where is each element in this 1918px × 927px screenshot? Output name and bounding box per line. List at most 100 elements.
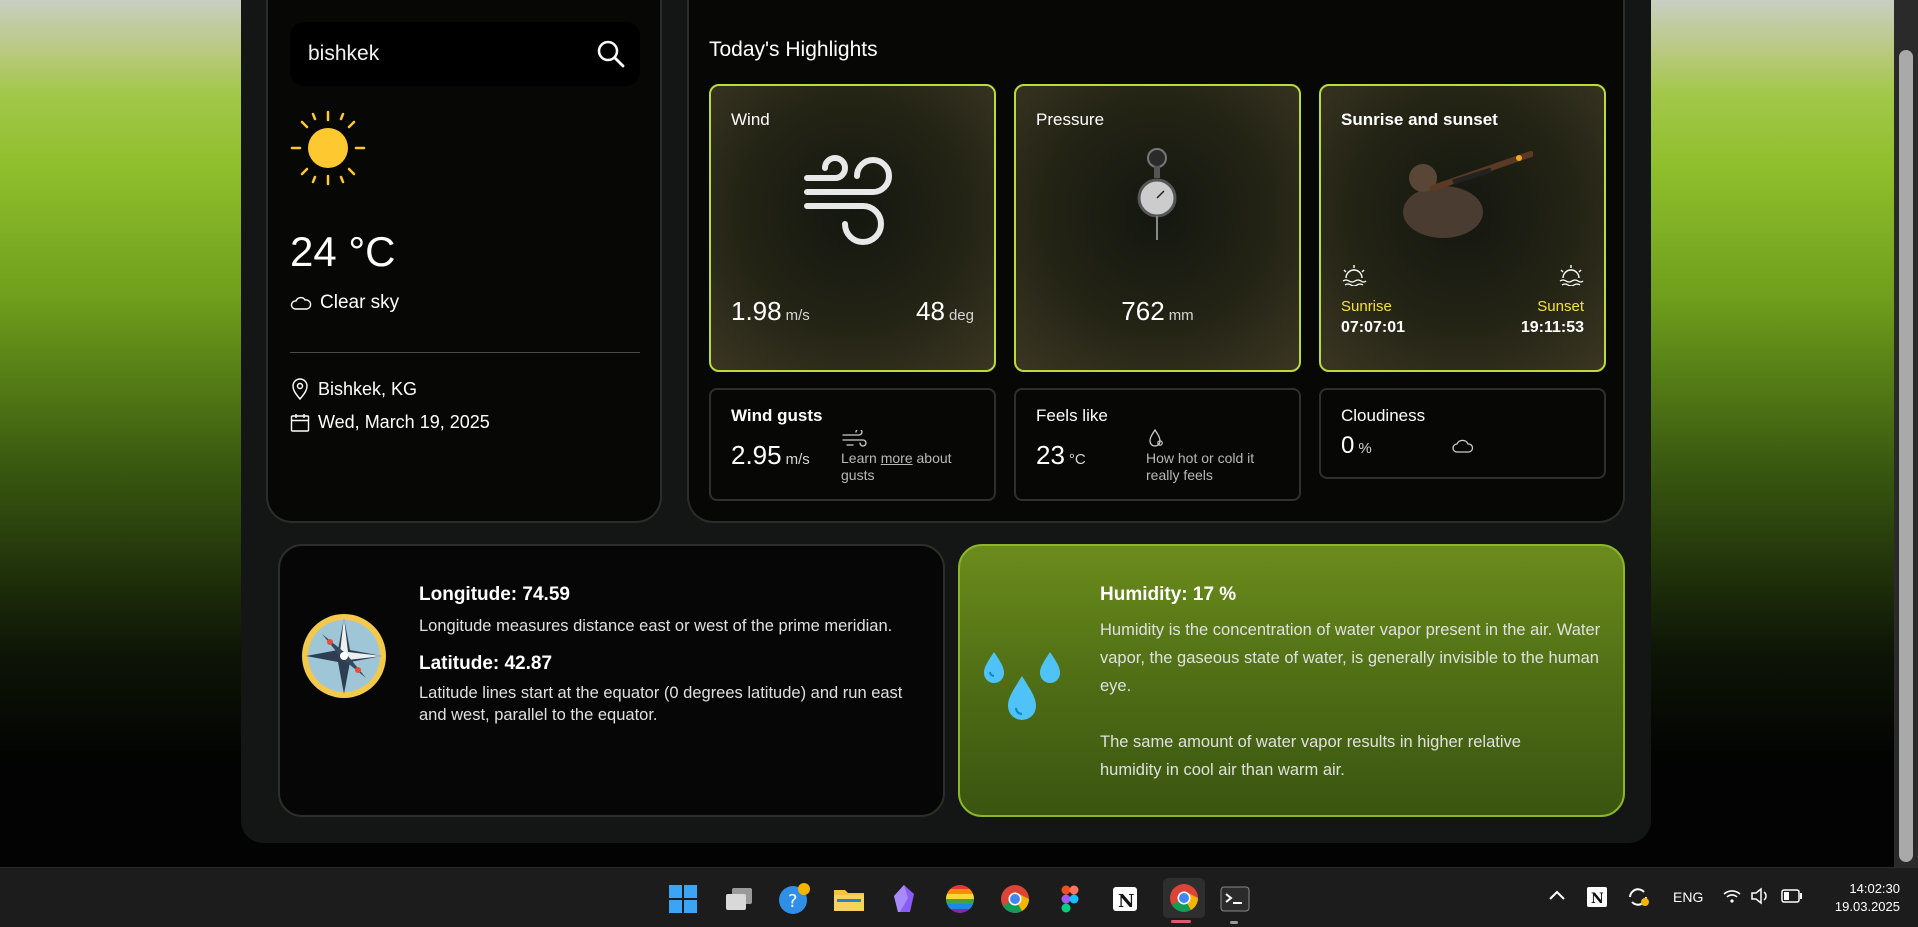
longitude-text: Longitude measures distance east or west… bbox=[419, 617, 893, 635]
coordinates-card: Longitude: 74.59 Longitude measures dist… bbox=[278, 544, 945, 817]
condition-text: Clear sky bbox=[320, 292, 400, 313]
task-view-icon[interactable] bbox=[722, 882, 756, 916]
pressure-value: 762 bbox=[1121, 296, 1165, 326]
latitude-text: Latitude lines start at the equator (0 d… bbox=[419, 684, 903, 724]
gusts-note: Learn more about gusts bbox=[841, 450, 981, 484]
water-drops-icon bbox=[984, 652, 1060, 720]
terminal-indicator bbox=[1230, 921, 1238, 924]
humidity-title: Humidity: 17 % bbox=[1100, 584, 1237, 605]
clock[interactable]: 14:02:30 19.03.2025 bbox=[1822, 880, 1900, 916]
wifi-icon[interactable] bbox=[1722, 888, 1742, 909]
pressure-title: Pressure bbox=[1036, 110, 1105, 129]
cloud-title: Cloudiness bbox=[1341, 406, 1426, 425]
taskbar: ? N N ENG 14:02:30 19.03.2025 bbox=[0, 867, 1918, 927]
svg-text:N: N bbox=[1118, 891, 1134, 912]
battery-icon[interactable] bbox=[1781, 889, 1803, 908]
feels-title: Feels like bbox=[1036, 406, 1108, 425]
wind-deg-row: 48 deg bbox=[916, 296, 974, 327]
wind-gusts-tile: Wind gusts 2.95 m/s Learn more about gust… bbox=[709, 388, 996, 501]
wind-speed: 1.98 bbox=[731, 296, 782, 326]
feels-note: How hot or cold it really feels bbox=[1146, 450, 1255, 483]
wind-speed-unit: m/s bbox=[785, 307, 810, 324]
location-pin-icon bbox=[292, 378, 308, 400]
feels-unit: °C bbox=[1068, 451, 1086, 468]
humidity-text-1: Humidity is the concentration of water v… bbox=[1100, 621, 1601, 695]
divider bbox=[290, 352, 640, 353]
latitude-title: Latitude: 42.87 bbox=[419, 653, 553, 674]
notion-tray-icon[interactable]: N bbox=[1586, 886, 1608, 913]
help-icon[interactable]: ? bbox=[777, 882, 811, 916]
cloud-icon bbox=[1452, 439, 1474, 453]
gusts-more-link[interactable]: more bbox=[881, 450, 913, 466]
file-explorer-icon[interactable] bbox=[832, 882, 866, 916]
humidity-card: Humidity: 17 % Humidity is the concentra… bbox=[958, 544, 1625, 817]
start-icon[interactable] bbox=[666, 882, 700, 916]
active-app-indicator bbox=[1171, 920, 1191, 923]
figma-icon[interactable] bbox=[1053, 882, 1087, 916]
wind-icon bbox=[804, 155, 892, 245]
location-row: Bishkek, KG bbox=[290, 378, 417, 400]
wind-deg-unit: deg bbox=[948, 307, 974, 324]
location-text: Bishkek, KG bbox=[318, 378, 418, 399]
cloud-value-row: 0% bbox=[1341, 432, 1372, 460]
volume-icon[interactable] bbox=[1750, 887, 1770, 910]
clock-time: 14:02:30 bbox=[1849, 881, 1900, 896]
pressure-row: 762 mm bbox=[1016, 296, 1299, 327]
pressure-tile: Pressure 762 mm bbox=[1014, 84, 1301, 372]
gusts-value: 2.95 bbox=[731, 440, 782, 470]
pressure-unit: mm bbox=[1168, 307, 1194, 324]
sun-icon bbox=[290, 110, 366, 186]
sunset-label: Sunset bbox=[1537, 298, 1584, 315]
drop-thermo-icon bbox=[1149, 428, 1163, 447]
longitude-title: Longitude: 74.59 bbox=[419, 584, 570, 605]
wind-gust-icon bbox=[842, 430, 867, 447]
current-weather-card: bishkek 24 °C Clear sky Bishkek, KG Wed,… bbox=[266, 0, 662, 523]
chrome-active-icon[interactable] bbox=[1163, 878, 1205, 918]
gusts-value-row: 2.95 m/s bbox=[731, 440, 810, 471]
wind-tile: Wind 1.98 m/s 48 deg bbox=[709, 84, 996, 372]
clock-date: 19.03.2025 bbox=[1834, 899, 1900, 914]
gusts-note-prefix: Learn bbox=[841, 450, 877, 466]
cloudiness-tile: Cloudiness 0% bbox=[1319, 388, 1606, 479]
cloud-value: 0 bbox=[1341, 432, 1355, 459]
rainbow-app-icon[interactable] bbox=[943, 882, 977, 916]
svg-text:N: N bbox=[1591, 891, 1604, 907]
humidity-text-2: The same amount of water vapor results i… bbox=[1100, 733, 1521, 779]
sun-title: Sunrise and sunset bbox=[1341, 110, 1498, 129]
cloud-unit: % bbox=[1358, 440, 1372, 457]
gusts-unit: m/s bbox=[785, 451, 810, 468]
wind-speed-row: 1.98 m/s bbox=[731, 296, 810, 327]
temperature: 24 °C bbox=[290, 228, 396, 275]
notion-icon[interactable]: N bbox=[1108, 882, 1142, 916]
gusts-title: Wind gusts bbox=[731, 406, 823, 425]
sunrise-icon bbox=[1342, 265, 1367, 286]
feels-like-tile: Feels like 23 °C How hot or cold it reall… bbox=[1014, 388, 1301, 501]
pressure-gauge-icon bbox=[1137, 148, 1177, 240]
cloud-sun-icon bbox=[290, 296, 312, 310]
search-box[interactable]: bishkek bbox=[290, 22, 640, 86]
svg-text:?: ? bbox=[788, 891, 798, 912]
chrome-icon[interactable] bbox=[998, 882, 1032, 916]
sunrise-sunset-tile: Sunrise and sunset Sunrise 07:07:01 Suns… bbox=[1319, 84, 1606, 372]
compass-icon bbox=[302, 614, 386, 698]
sunrise-label: Sunrise bbox=[1341, 298, 1392, 315]
sunset-time: 19:11:53 bbox=[1520, 319, 1584, 336]
date-text: Wed, March 19, 2025 bbox=[318, 412, 490, 432]
search-icon[interactable] bbox=[596, 39, 626, 69]
obsidian-icon[interactable] bbox=[887, 882, 921, 916]
chevron-up-icon[interactable] bbox=[1548, 888, 1566, 906]
wind-deg: 48 bbox=[916, 296, 945, 326]
sunset-icon bbox=[1559, 265, 1584, 286]
wind-title: Wind bbox=[731, 110, 770, 129]
feels-value-row: 23 °C bbox=[1036, 440, 1086, 471]
language-indicator[interactable]: ENG bbox=[1673, 889, 1703, 905]
date-row: Wed, March 19, 2025 bbox=[290, 412, 490, 433]
search-input[interactable]: bishkek bbox=[308, 42, 379, 66]
calendar-icon bbox=[290, 413, 310, 432]
terminal-icon[interactable] bbox=[1218, 882, 1252, 916]
sync-icon[interactable] bbox=[1626, 886, 1650, 913]
sunrise-time: 07:07:01 bbox=[1341, 319, 1406, 336]
highlights-title: Today's Highlights bbox=[709, 38, 878, 61]
soldier-image-icon bbox=[1403, 151, 1533, 238]
scrollbar-thumb[interactable] bbox=[1899, 50, 1913, 862]
